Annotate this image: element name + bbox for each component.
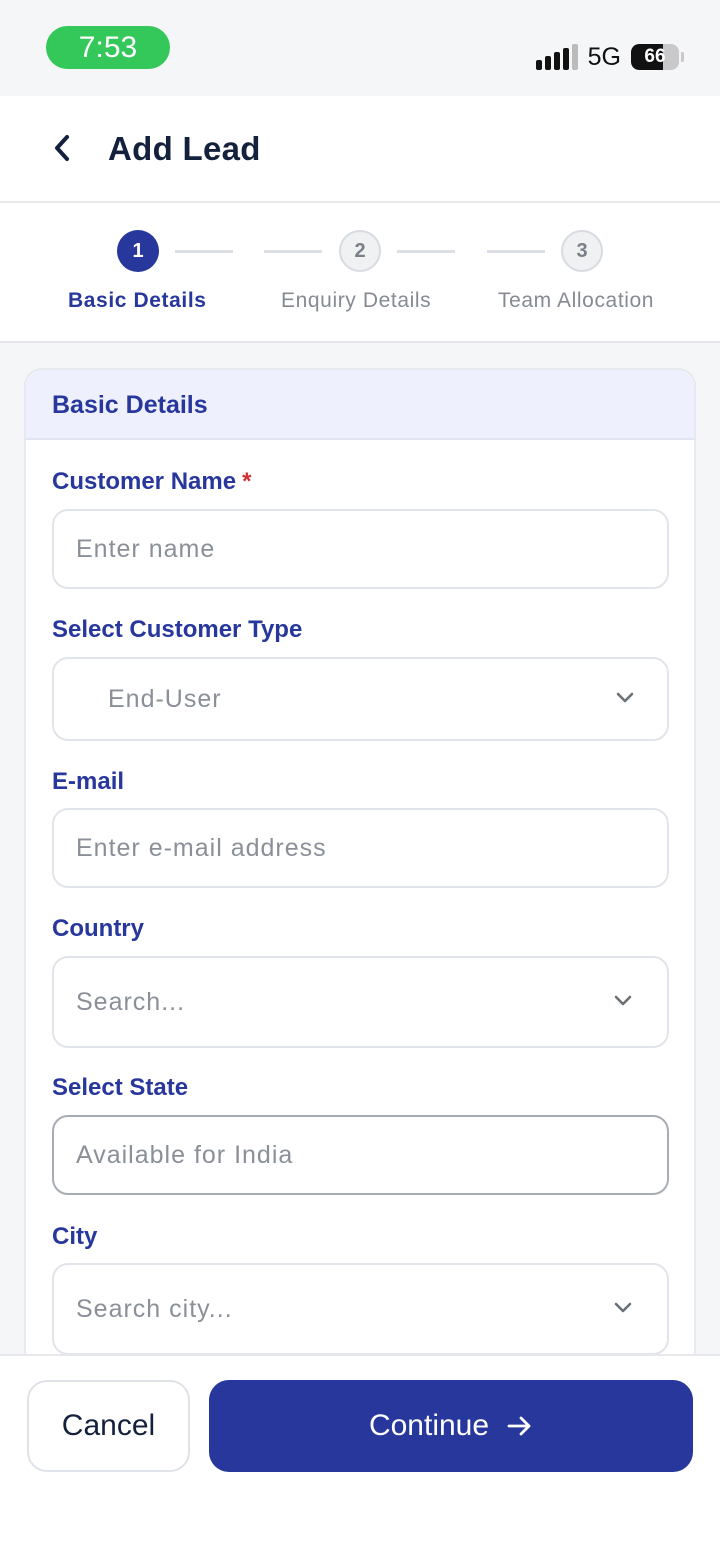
- step-connector: [175, 250, 233, 253]
- step-1-label: Basic Details: [68, 289, 207, 312]
- customer-type-select[interactable]: End-User: [52, 657, 669, 741]
- country-label: Country: [52, 915, 144, 942]
- customer-type-label: Select Customer Type: [52, 616, 303, 643]
- step-connector: [397, 250, 455, 253]
- required-marker: *: [242, 468, 252, 495]
- step-connector: [487, 250, 545, 253]
- continue-label: Continue: [368, 1409, 490, 1442]
- battery-percent: 66: [644, 46, 666, 67]
- continue-button[interactable]: Continue: [209, 1380, 693, 1472]
- email-input[interactable]: Enter e-mail address: [52, 808, 669, 888]
- country-select[interactable]: Search...: [52, 956, 669, 1048]
- step-3-label: Team Allocation: [498, 289, 655, 312]
- chevron-left-icon: [55, 135, 69, 161]
- city-select[interactable]: Search city...: [52, 1263, 669, 1355]
- back-button[interactable]: [40, 126, 84, 170]
- page-title: Add Lead: [108, 130, 261, 167]
- battery-icon: 66: [631, 44, 679, 70]
- step-1-circle: 1: [117, 230, 159, 272]
- signal-icon: [535, 44, 578, 70]
- step-connector: [264, 250, 322, 253]
- section-title: Basic Details: [26, 370, 694, 440]
- email-label: E-mail: [52, 768, 125, 795]
- step-2-circle: 2: [339, 230, 381, 272]
- step-3-circle: 3: [561, 230, 603, 272]
- state-label: Select State: [52, 1074, 189, 1101]
- chevron-down-icon: [616, 692, 634, 703]
- chevron-down-icon: [614, 995, 632, 1006]
- customer-name-label: Customer Name *: [52, 468, 252, 495]
- city-label: City: [52, 1223, 98, 1250]
- arrow-right-icon: [507, 1416, 531, 1436]
- status-bar: 7:53 5G 66: [0, 0, 720, 96]
- step-2-label: Enquiry Details: [281, 289, 432, 312]
- progress-stepper: 1 2 3 Basic Details Enquiry Details Team…: [0, 203, 720, 343]
- bottom-action-bar: Cancel Continue: [0, 1354, 720, 1559]
- network-label: 5G: [587, 42, 621, 71]
- status-indicators: 5G 66: [535, 40, 684, 74]
- state-input[interactable]: Available for India: [52, 1115, 669, 1195]
- cancel-button[interactable]: Cancel: [27, 1380, 190, 1472]
- customer-type-value: End-User: [108, 684, 222, 713]
- status-time: 7:53: [46, 26, 170, 69]
- app-header: Add Lead: [0, 96, 720, 203]
- basic-details-card: Basic Details Customer Name * Enter name …: [24, 368, 696, 1368]
- customer-name-input[interactable]: Enter name: [52, 509, 669, 589]
- chevron-down-icon: [614, 1302, 632, 1313]
